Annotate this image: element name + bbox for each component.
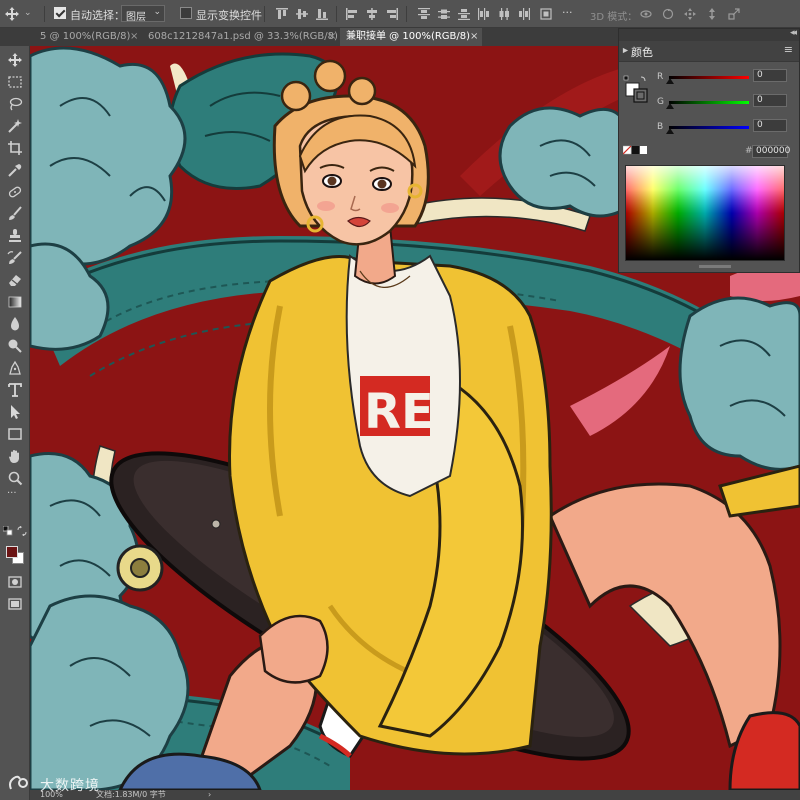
status-bar: 100% 文档:1.83M/0 字节 › [30,790,800,800]
panel-resize-handle[interactable] [699,265,731,268]
blue-channel-label: B [657,122,664,132]
roll-3d-icon[interactable] [662,8,674,20]
pan-3d-icon[interactable] [684,8,696,20]
distribute-bottom-icon[interactable] [458,8,470,20]
distribute-right-icon[interactable] [518,8,530,20]
distribute-vertical-center-icon[interactable] [438,8,450,20]
clone-stamp-tool-icon[interactable] [7,228,23,244]
pen-tool-icon[interactable] [7,360,23,376]
distribute-top-icon[interactable] [418,8,430,20]
type-tool-icon[interactable] [7,382,23,398]
mode-3d-label: 3D 模式： [590,12,638,23]
auto-select-checkbox[interactable] [54,7,66,19]
auto-select-label: 自动选择： [70,9,125,22]
tool-preset-chevron-icon[interactable]: ⌄ [24,8,32,18]
swap-colors-icon[interactable] [17,526,27,536]
slide-3d-icon[interactable] [706,8,718,20]
panel-title[interactable]: 颜色 [631,44,653,60]
panel-grip-icon[interactable] [622,47,629,54]
align-bottom-icon[interactable] [316,8,328,20]
panel-fg-bg-swatches[interactable] [623,75,651,103]
blue-channel-input[interactable]: 0 [753,119,787,132]
green-channel-label: G [657,97,664,107]
close-icon[interactable]: × [130,28,138,46]
panel-dock-bar: ◂◂ [619,28,799,41]
marquee-tool-icon[interactable] [7,74,23,90]
tab-document-5[interactable]: 5 @ 100%(RGB/8) × [34,28,142,46]
watermark: 大数跨境 [8,774,118,794]
tools-panel: ··· [0,46,30,800]
gradient-tool-icon[interactable] [7,294,23,310]
slider-thumb[interactable] [666,103,674,109]
green-channel-slider[interactable] [666,101,749,109]
dodge-tool-icon[interactable] [7,338,23,354]
document-tabs: 5 @ 100%(RGB/8) × 608c1212847a1.psd @ 33… [0,28,620,46]
more-options-icon[interactable]: ··· [562,6,573,19]
default-colors-icon[interactable] [3,526,13,536]
crop-tool-icon[interactable] [7,140,23,156]
blur-tool-icon[interactable] [7,316,23,332]
out-of-gamut-swatches[interactable] [623,145,647,155]
zoom-tool-icon[interactable] [7,470,23,486]
auto-select-target-value: 图层 [126,12,146,23]
scale-3d-icon[interactable] [728,8,740,20]
tab-label: 兼职接单 @ 100%(RGB/8) [346,31,471,42]
hand-tool-icon[interactable] [7,448,23,464]
tab-document-psd[interactable]: 608c1212847a1.psd @ 33.3%(RGB/8) * × [142,28,346,46]
align-vertical-center-icon[interactable] [296,8,308,20]
blue-channel-slider[interactable] [666,126,749,134]
chevron-down-icon: ⌄ [153,7,161,17]
red-channel-label: R [657,72,664,82]
color-spectrum-picker[interactable] [625,165,785,261]
distribute-left-icon[interactable] [478,8,490,20]
lasso-tool-icon[interactable] [7,96,23,112]
path-selection-tool-icon[interactable] [7,404,23,420]
align-top-icon[interactable] [276,8,288,20]
watermark-logo-icon [9,775,28,790]
edit-toolbar-icon[interactable]: ··· [7,488,17,499]
quick-mask-icon[interactable] [7,574,23,590]
tab-label: 5 @ 100%(RGB/8) [40,31,131,42]
svg-text:RE: RE [364,384,434,440]
collapse-panel-icon[interactable]: ◂◂ [790,28,797,38]
slider-thumb[interactable] [666,78,674,84]
green-channel-input[interactable]: 0 [753,94,787,107]
color-panel: ◂◂ 颜色 ≡ R 0 G 0 B 0 # 000000 [618,28,800,273]
show-transform-label: 显示变换控件 [196,9,262,22]
panel-header: 颜色 ≡ [619,41,799,62]
watermark-text: 大数跨境 [40,778,100,794]
close-icon[interactable]: × [328,28,336,46]
orbit-3d-icon[interactable] [640,8,652,20]
align-left-icon[interactable] [346,8,358,20]
red-channel-input[interactable]: 0 [753,69,787,82]
distribute-horizontal-center-icon[interactable] [498,8,510,20]
eyedropper-tool-icon[interactable] [7,162,23,178]
history-brush-tool-icon[interactable] [7,250,23,266]
close-icon[interactable]: × [470,28,478,46]
tab-document-active[interactable]: 兼职接单 @ 100%(RGB/8) × [340,28,482,46]
red-channel-slider[interactable] [666,76,749,84]
slider-thumb[interactable] [666,128,674,134]
healing-brush-tool-icon[interactable] [7,184,23,200]
show-transform-checkbox[interactable] [180,7,192,19]
move-tool-icon[interactable] [7,52,23,68]
auto-select-target-dropdown[interactable]: 图层 ⌄ [121,5,165,23]
magic-wand-tool-icon[interactable] [7,118,23,134]
move-tool-icon[interactable] [4,6,20,22]
brush-tool-icon[interactable] [7,206,23,222]
auto-align-layers-icon[interactable] [540,8,552,20]
eraser-tool-icon[interactable] [7,272,23,288]
panel-menu-icon[interactable]: ≡ [784,43,793,56]
foreground-color-swatch[interactable] [6,546,18,558]
rectangle-tool-icon[interactable] [7,426,23,442]
align-horizontal-center-icon[interactable] [366,8,378,20]
status-menu-arrow-icon[interactable]: › [208,790,211,800]
align-right-icon[interactable] [386,8,398,20]
hex-input[interactable]: 000000 [752,145,790,158]
options-bar: ⌄ 自动选择： 图层 ⌄ 显示变换控件 ··· 3D 模式： [0,0,800,28]
tab-label: 608c1212847a1.psd @ 33.3%(RGB/8) * [148,31,347,42]
screen-mode-icon[interactable] [7,596,23,612]
